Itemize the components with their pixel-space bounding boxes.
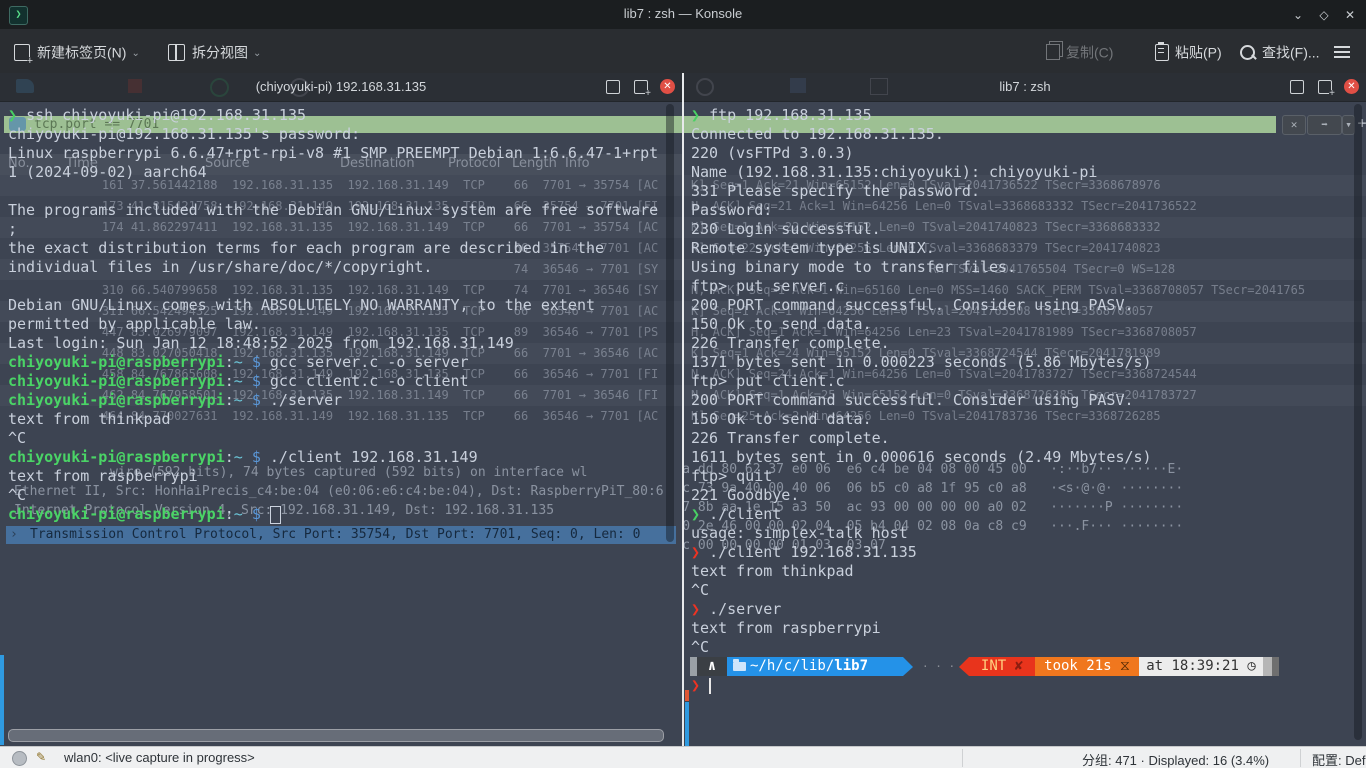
new-tab-icon bbox=[634, 80, 648, 94]
maximize-button[interactable]: ◇ bbox=[1314, 5, 1334, 25]
find-button[interactable]: 查找(F)... bbox=[1240, 39, 1320, 63]
profile-label: 配置: Defaul bbox=[1312, 750, 1366, 768]
divider bbox=[962, 749, 963, 767]
pane-header-left: (chiyoyuki-pi) 192.168.31.135 ✕ bbox=[0, 73, 682, 102]
time-segment: at 18:39:21 ◷ bbox=[1139, 657, 1263, 676]
terminal-output-left: ❯ ssh chiyoyuki-pi@192.168.31.135chiyoyu… bbox=[8, 106, 658, 524]
minimize-button[interactable]: ⌄ bbox=[1288, 5, 1308, 25]
exit-status-segment: INT ✘ bbox=[969, 657, 1035, 676]
window-title: lib7 : zsh — Konsole bbox=[0, 6, 1366, 21]
capture-status: wlan0: <live capture in progress> bbox=[64, 750, 255, 765]
new-tab-button[interactable]: 新建标签页(N)⌄ bbox=[14, 39, 140, 63]
maximize-pane-button[interactable] bbox=[1288, 78, 1306, 96]
chevron-down-icon: ⌄ bbox=[253, 48, 261, 59]
new-tab-icon bbox=[1318, 80, 1332, 94]
toolbar: 新建标签页(N)⌄ 拆分视图⌄ 复制(C) 粘贴(P) 查找(F)... bbox=[0, 29, 1366, 74]
powerline-arrow-icon bbox=[903, 657, 913, 676]
powerline-cap bbox=[1263, 657, 1272, 676]
close-pane-button-right[interactable]: ✕ bbox=[1343, 78, 1361, 96]
terminal-pane-left: (chiyoyuki-pi) 192.168.31.135 ✕ tcp.port… bbox=[0, 73, 682, 746]
terminal-output-right: ❯ ftp 192.168.31.135Connected to 192.168… bbox=[691, 106, 1152, 695]
powerline-dots: · · · bbox=[922, 657, 955, 676]
close-pane-button-left[interactable]: ✕ bbox=[659, 78, 677, 96]
chevron-down-icon: ⌄ bbox=[131, 48, 139, 59]
expert-info-icon[interactable] bbox=[12, 751, 27, 766]
konsole-window: ❯ lib7 : zsh — Konsole ⌄ ◇ ✕ 新建标签页(N)⌄ 拆… bbox=[0, 0, 1366, 768]
horizontal-scrollbar[interactable] bbox=[8, 729, 664, 742]
new-tab-pane-button[interactable] bbox=[632, 78, 650, 96]
terminal-left[interactable]: tcp.port == 7701 No.TimeSourceDestinatio… bbox=[0, 101, 682, 746]
pane-title-right: lib7 : zsh bbox=[684, 79, 1366, 94]
expand-icon bbox=[606, 80, 620, 94]
new-tab-icon bbox=[14, 44, 30, 61]
copy-icon bbox=[1046, 44, 1060, 60]
wireshark-statusbar: ✎ wlan0: <live capture in progress> 分组: … bbox=[0, 746, 1366, 768]
selected-detail-row[interactable]: › Transmission Control Protocol, Src Por… bbox=[6, 526, 676, 544]
copy-button[interactable]: 复制(C) bbox=[1046, 39, 1113, 63]
close-icon: ✕ bbox=[1344, 79, 1359, 94]
pane-header-right: lib7 : zsh ✕ bbox=[684, 73, 1366, 102]
scroll-indicator bbox=[685, 702, 689, 746]
terminal-cursor-left bbox=[270, 506, 281, 524]
paste-button[interactable]: 粘贴(P) bbox=[1155, 39, 1222, 63]
window-titlebar: ❯ lib7 : zsh — Konsole ⌄ ◇ ✕ bbox=[0, 0, 1366, 29]
duration-segment: took 21s ⧖ bbox=[1035, 657, 1139, 676]
close-icon: ✕ bbox=[660, 79, 675, 94]
maximize-pane-button[interactable] bbox=[604, 78, 622, 96]
filter-clear-button[interactable]: ✕ bbox=[1282, 115, 1306, 135]
terminal-right[interactable]: ✕ ➡ ▾ + K] Seq=1 Ack=21 Win=65152 Len=0 … bbox=[684, 101, 1366, 746]
new-tab-pane-button[interactable] bbox=[1316, 78, 1334, 96]
menu-button[interactable] bbox=[1334, 39, 1350, 63]
close-button[interactable]: ✕ bbox=[1340, 5, 1360, 25]
terminal-cursor-right bbox=[709, 678, 711, 694]
filter-apply-button[interactable]: ➡ bbox=[1307, 115, 1342, 135]
vertical-scrollbar-right[interactable] bbox=[1354, 104, 1362, 740]
hamburger-menu-icon bbox=[1334, 51, 1350, 53]
vertical-scrollbar-left[interactable] bbox=[666, 104, 674, 542]
split-view-button[interactable]: 拆分视图⌄ bbox=[168, 39, 261, 63]
cwd-segment: ~/h/c/lib/lib7 bbox=[727, 657, 903, 676]
pane-splitter[interactable] bbox=[682, 73, 684, 746]
powerline-prompt: ∧ ~/h/c/lib/lib7 · · · INT ✘ took 21s ⧖ … bbox=[690, 657, 1360, 676]
paste-icon bbox=[1155, 44, 1169, 61]
powerline-cap bbox=[1272, 657, 1279, 676]
search-icon bbox=[1240, 45, 1255, 60]
powerline-cap bbox=[690, 657, 697, 676]
packet-counts: 分组: 471 · Displayed: 16 (3.4%) bbox=[1082, 750, 1269, 768]
folder-icon bbox=[733, 662, 746, 671]
pane-title-left: (chiyoyuki-pi) 192.168.31.135 bbox=[0, 79, 682, 94]
expand-icon bbox=[1290, 80, 1304, 94]
split-view-icon bbox=[168, 44, 185, 61]
edit-comment-icon[interactable]: ✎ bbox=[36, 750, 46, 764]
powerline-arrow-icon bbox=[959, 657, 969, 676]
divider bbox=[1300, 749, 1301, 767]
scroll-indicator bbox=[0, 655, 4, 745]
scroll-mark bbox=[685, 690, 689, 701]
os-arch-segment: ∧ bbox=[697, 657, 727, 676]
terminal-pane-right: lib7 : zsh ✕ ✕ ➡ ▾ + K] Seq=1 Ack=21 Win… bbox=[684, 73, 1366, 746]
